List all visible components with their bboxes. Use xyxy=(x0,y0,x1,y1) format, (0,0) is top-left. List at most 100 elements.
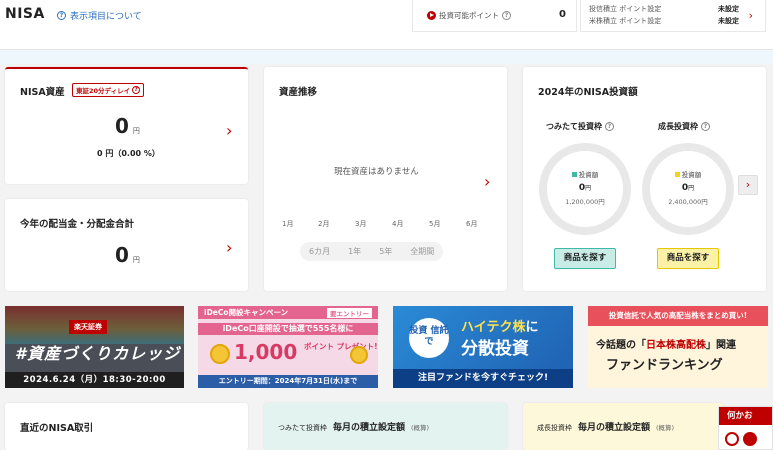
points-label: 投資可能ポイント xyxy=(439,11,499,20)
banner-hightech-highlight: ハイテク株 xyxy=(461,320,526,335)
setting-row-toushin: 投信積立 ポイント設定 未設定 xyxy=(589,4,739,14)
month-label: 6月 xyxy=(466,220,478,228)
points-value: 0 xyxy=(559,9,566,20)
tsumitate-unit: 円 xyxy=(585,185,592,192)
period-selector: 6カ月 1年 5年 全期間 xyxy=(300,242,444,261)
period-all-button[interactable]: 全期間 xyxy=(401,242,443,261)
banner-hightech-particle: に xyxy=(525,320,539,335)
seichou-unit: 円 xyxy=(688,185,695,192)
banner-college[interactable]: 楽天証券 #資産づくりカレッジ 2024.6.24（月）18:30-20:00 xyxy=(5,306,184,388)
banner-ideco-footer: エントリー期間：2024年7月31日(水)まで xyxy=(198,375,378,388)
tsumitate-find-products-button[interactable]: 商品を探す xyxy=(554,248,616,269)
display-items-help-link[interactable]: ? 表示項目について xyxy=(57,9,142,22)
seichou-monthly-title: 毎月の積立設定額 xyxy=(578,423,651,433)
dividend-amount: 0円 xyxy=(115,243,140,267)
banner-ideco-head: iDeCo開設キャンペーン 要エントリー xyxy=(198,306,378,319)
seichou-monthly-header: 成長投資枠 毎月の積立設定額 (概算) xyxy=(537,420,674,433)
investment-title: 2024年のNISA投資額 xyxy=(538,87,638,98)
recent-trades-card: 直近のNISA取引 xyxy=(5,403,248,450)
seichou-ring-content: 投資額 0円 2,400,000円 xyxy=(650,151,726,227)
banner-hightech-line2: 分散投資 xyxy=(461,339,529,359)
point-settings-box[interactable]: 投信積立 ポイント設定 未設定 米株積立 ポイント設定 未設定 › xyxy=(580,0,766,32)
period-1y-button[interactable]: 1年 xyxy=(339,242,370,261)
assets-amount-value: 0 xyxy=(115,114,129,138)
question-icon: ? xyxy=(57,11,66,20)
chevron-right-icon[interactable]: › xyxy=(226,123,232,139)
question-icon[interactable]: ? xyxy=(701,122,710,131)
recent-trades-title: 直近のNISA取引 xyxy=(20,423,94,434)
seichou-find-products-button[interactable]: 商品を探す xyxy=(657,248,719,269)
banner-hightech[interactable]: 投資 信託で ハイテク株に 分散投資 注目ファンドを今すぐチェック! xyxy=(393,306,573,388)
help-link-label: 表示項目について xyxy=(70,12,142,22)
tsumitate-ring-content: 投資額 0円 1,200,000円 xyxy=(547,151,623,227)
banner-ideco[interactable]: iDeCo開設キャンペーン 要エントリー iDeCo口座開設で抽選で555名様に… xyxy=(198,306,378,388)
banner-ranking-line2: ファンドランキング xyxy=(606,358,723,373)
banner-college-badge: 楽天証券 xyxy=(69,320,107,334)
tsumitate-monthly-tag: つみたて投資枠 xyxy=(278,424,327,432)
chevron-right-icon[interactable]: › xyxy=(749,9,753,22)
month-label: 4月 xyxy=(392,220,404,228)
delay-badge-label: 東証20分ディレイ xyxy=(76,87,131,95)
assets-change: 0 円（0.00 %） xyxy=(97,149,160,158)
assets-title: NISA資産 xyxy=(20,87,65,98)
tsumitate-legend: 投資額 xyxy=(547,169,623,179)
top-bar: NISA ? 表示項目について 投資可能ポイント ? 0 投信積立 ポイント設定… xyxy=(0,0,773,50)
help-widget[interactable]: 何かお xyxy=(718,406,773,450)
banner-ranking-head: 投資信託で人気の高配当株をまとめ買い! xyxy=(588,306,768,326)
seichou-ring: 投資額 0円 2,400,000円 xyxy=(642,143,734,235)
help-widget-head: 何かお xyxy=(719,407,772,425)
banner-college-date: 2024.6.24（月）18:30-20:00 xyxy=(5,372,184,388)
chat-icon xyxy=(743,432,757,446)
nisa-investment-card: 2024年のNISA投資額 つみたて投資枠 ? 投資額 0円 1,200,000… xyxy=(523,67,766,291)
points-icon xyxy=(427,11,436,20)
tsumitate-monthly-title: 毎月の積立設定額 xyxy=(333,423,406,433)
seichou-amount: 0円 xyxy=(650,183,726,193)
points-label-row: 投資可能ポイント ? xyxy=(427,10,511,21)
month-label: 1月 xyxy=(282,220,294,228)
seichou-legend: 投資額 xyxy=(650,169,726,179)
tsumitate-monthly-note: (概算) xyxy=(411,424,430,432)
setting-value: 未設定 xyxy=(718,5,739,13)
chevron-right-icon: › xyxy=(745,178,751,191)
nisa-assets-card[interactable]: NISA資産 東証20分ディレイ ? 0円 0 円（0.00 %） › xyxy=(5,67,248,184)
dividend-title: 今年の配当金・分配金合計 xyxy=(20,219,135,230)
banner-ideco-line1: iDeCo口座開設で抽選で555名様に xyxy=(198,323,378,335)
dividend-amount-value: 0 xyxy=(115,243,129,267)
seichou-limit: 2,400,000円 xyxy=(668,198,708,206)
chevron-right-icon[interactable]: › xyxy=(226,240,232,256)
dividend-card[interactable]: 今年の配当金・分配金合計 0円 › xyxy=(5,199,248,291)
delay-badge: 東証20分ディレイ ? xyxy=(72,83,145,97)
tsumitate-ring: 投資額 0円 1,200,000円 xyxy=(539,143,631,235)
assets-amount: 0円 xyxy=(115,114,140,138)
month-label: 5月 xyxy=(429,220,441,228)
tsumitate-limit: 1,200,000円 xyxy=(565,198,605,206)
legend-label: 投資額 xyxy=(578,171,599,179)
period-6m-button[interactable]: 6カ月 xyxy=(300,242,339,261)
banner-ranking[interactable]: 投資信託で人気の高配当株をまとめ買い! 今話題の「日本株高配株」関連 ファンドラ… xyxy=(588,306,768,388)
legend-swatch xyxy=(571,171,577,177)
trend-empty-message: 現在資産はありません xyxy=(334,167,419,177)
tsumitate-label: つみたて投資枠 xyxy=(546,122,602,131)
legend-swatch xyxy=(674,171,680,177)
page-title: NISA xyxy=(5,6,45,22)
period-5y-button[interactable]: 5年 xyxy=(370,242,401,261)
banner-ideco-entry-badge: 要エントリー xyxy=(327,308,372,318)
tsumitate-amount: 0円 xyxy=(547,183,623,193)
seichou-label: 成長投資枠 xyxy=(658,122,698,131)
tsumitate-label-row: つみたて投資枠 ? xyxy=(546,121,614,132)
banner-ideco-head-label: iDeCo開設キャンペーン xyxy=(204,308,289,317)
question-icon[interactable]: ? xyxy=(605,122,614,131)
tsumitate-monthly-card: つみたて投資枠 毎月の積立設定額 (概算) xyxy=(264,403,507,450)
chevron-right-icon[interactable]: › xyxy=(484,174,490,190)
month-label: 3月 xyxy=(355,220,367,228)
coin-icon xyxy=(210,344,230,364)
next-arrow-button[interactable]: › xyxy=(738,175,758,195)
banner-ranking-text: 今話題の「 xyxy=(596,340,646,351)
setting-row-beikabu: 米株積立 ポイント設定 未設定 xyxy=(589,16,739,26)
banner-ranking-line1: 今話題の「日本株高配株」関連 xyxy=(596,336,736,351)
question-icon[interactable]: ? xyxy=(132,86,141,94)
seichou-monthly-tag: 成長投資枠 xyxy=(537,424,572,432)
banner-hightech-line1: ハイテク株に xyxy=(461,316,539,335)
question-icon[interactable]: ? xyxy=(502,11,511,20)
legend-label: 投資額 xyxy=(681,171,702,179)
